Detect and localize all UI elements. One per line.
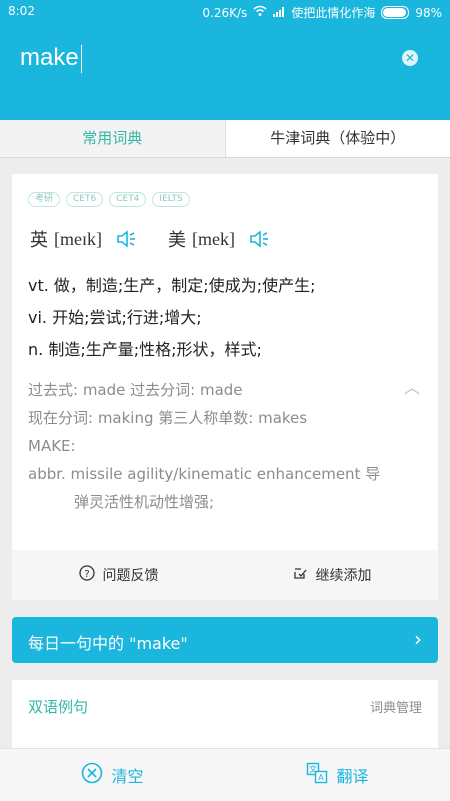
word-forms: 过去式: made 过去分词: made 现在分词: making 第三人称单数…: [28, 376, 380, 516]
clear-search-icon[interactable]: ✕: [402, 50, 418, 66]
badge-kaoyan: 考研: [28, 192, 60, 207]
network-speed: 0.26K/s: [202, 6, 247, 20]
svg-text:?: ?: [84, 569, 89, 580]
wifi-icon: [253, 5, 267, 20]
clear-circle-icon: [81, 762, 103, 788]
svg-text:A: A: [319, 773, 325, 782]
dictionary-manage-link[interactable]: 词典管理: [370, 697, 422, 716]
abbr-heading: MAKE:: [28, 432, 380, 460]
bilingual-examples-card: 双语例句 词典管理: [12, 680, 438, 750]
translate-button[interactable]: 文A 翻译: [225, 749, 450, 801]
definition-line: n. 制造;生产量;性格;形状，样式;: [28, 334, 315, 366]
search-query: make: [20, 44, 79, 71]
definition-line: vi. 开始;尝试;行进;增大;: [28, 302, 315, 334]
daily-sentence-banner[interactable]: 每日一句中的 "make" ›: [12, 617, 438, 663]
battery-icon: [381, 6, 409, 19]
tab-oxford-dictionary[interactable]: 牛津词典（体验中）: [225, 120, 450, 157]
bottom-toolbar: 清空 文A 翻译: [0, 748, 450, 801]
battery-percent: 98%: [415, 6, 442, 20]
forms-present: 现在分词: making 第三人称单数: makes: [28, 404, 380, 432]
status-time: 8:02: [8, 4, 35, 18]
pronunciation-row: 英 [meɪk] 美 [mek]: [30, 226, 271, 252]
svg-text:文: 文: [309, 764, 317, 774]
add-more-button[interactable]: 继续添加: [225, 550, 438, 600]
carrier-name: 使把此情化作海: [291, 4, 375, 21]
search-input[interactable]: make: [20, 44, 82, 73]
chevron-right-icon: ›: [414, 627, 422, 651]
entry-actions: ? 问题反馈 继续添加: [12, 550, 438, 600]
exam-badges: 考研 CET6 CET4 IELTS: [28, 192, 190, 207]
uk-phonetic: [meɪk]: [54, 229, 102, 250]
forms-past: 过去式: made 过去分词: made: [28, 376, 380, 404]
add-more-label: 继续添加: [316, 565, 372, 585]
chevron-up-icon[interactable]: ︿: [404, 374, 420, 398]
us-speaker-icon[interactable]: [249, 229, 271, 249]
clear-button[interactable]: 清空: [0, 749, 225, 801]
us-phonetic: [mek]: [192, 229, 235, 250]
badge-ielts: IELTS: [152, 192, 189, 207]
search-header: make ✕: [0, 24, 450, 120]
badge-cet6: CET6: [66, 192, 103, 207]
add-to-list-icon: [292, 565, 308, 585]
status-bar: 8:02 0.26K/s 使把此情化作海 98%: [0, 0, 450, 24]
abbr-definition: abbr. missile agility/kinematic enhancem…: [28, 460, 380, 488]
definitions: vt. 做，制造;生产，制定;使成为;使产生; vi. 开始;尝试;行进;增大;…: [28, 270, 315, 366]
badge-cet4: CET4: [109, 192, 146, 207]
examples-title: 双语例句: [28, 696, 88, 717]
dictionary-tabs: 常用词典 牛津词典（体验中）: [0, 120, 450, 158]
clear-label: 清空: [111, 763, 143, 787]
translate-icon: 文A: [306, 762, 328, 788]
signal-icon: [273, 6, 285, 20]
uk-speaker-icon[interactable]: [116, 229, 138, 249]
feedback-label: 问题反馈: [103, 565, 159, 585]
feedback-button[interactable]: ? 问题反馈: [12, 550, 225, 600]
translate-label: 翻译: [336, 763, 368, 787]
question-icon: ?: [79, 565, 95, 585]
status-right: 0.26K/s 使把此情化作海 98%: [202, 4, 442, 21]
text-caret: [81, 45, 82, 73]
daily-sentence-label: 每日一句中的 "make": [28, 630, 188, 654]
abbr-definition-cont: 弹灵活性机动性增强;: [28, 488, 380, 516]
tab-common-dictionary[interactable]: 常用词典: [0, 120, 225, 157]
us-label: 美: [168, 226, 186, 252]
uk-label: 英: [30, 226, 48, 252]
definition-line: vt. 做，制造;生产，制定;使成为;使产生;: [28, 270, 315, 302]
word-entry-card: 考研 CET6 CET4 IELTS 英 [meɪk] 美 [mek] vt. …: [12, 174, 438, 550]
